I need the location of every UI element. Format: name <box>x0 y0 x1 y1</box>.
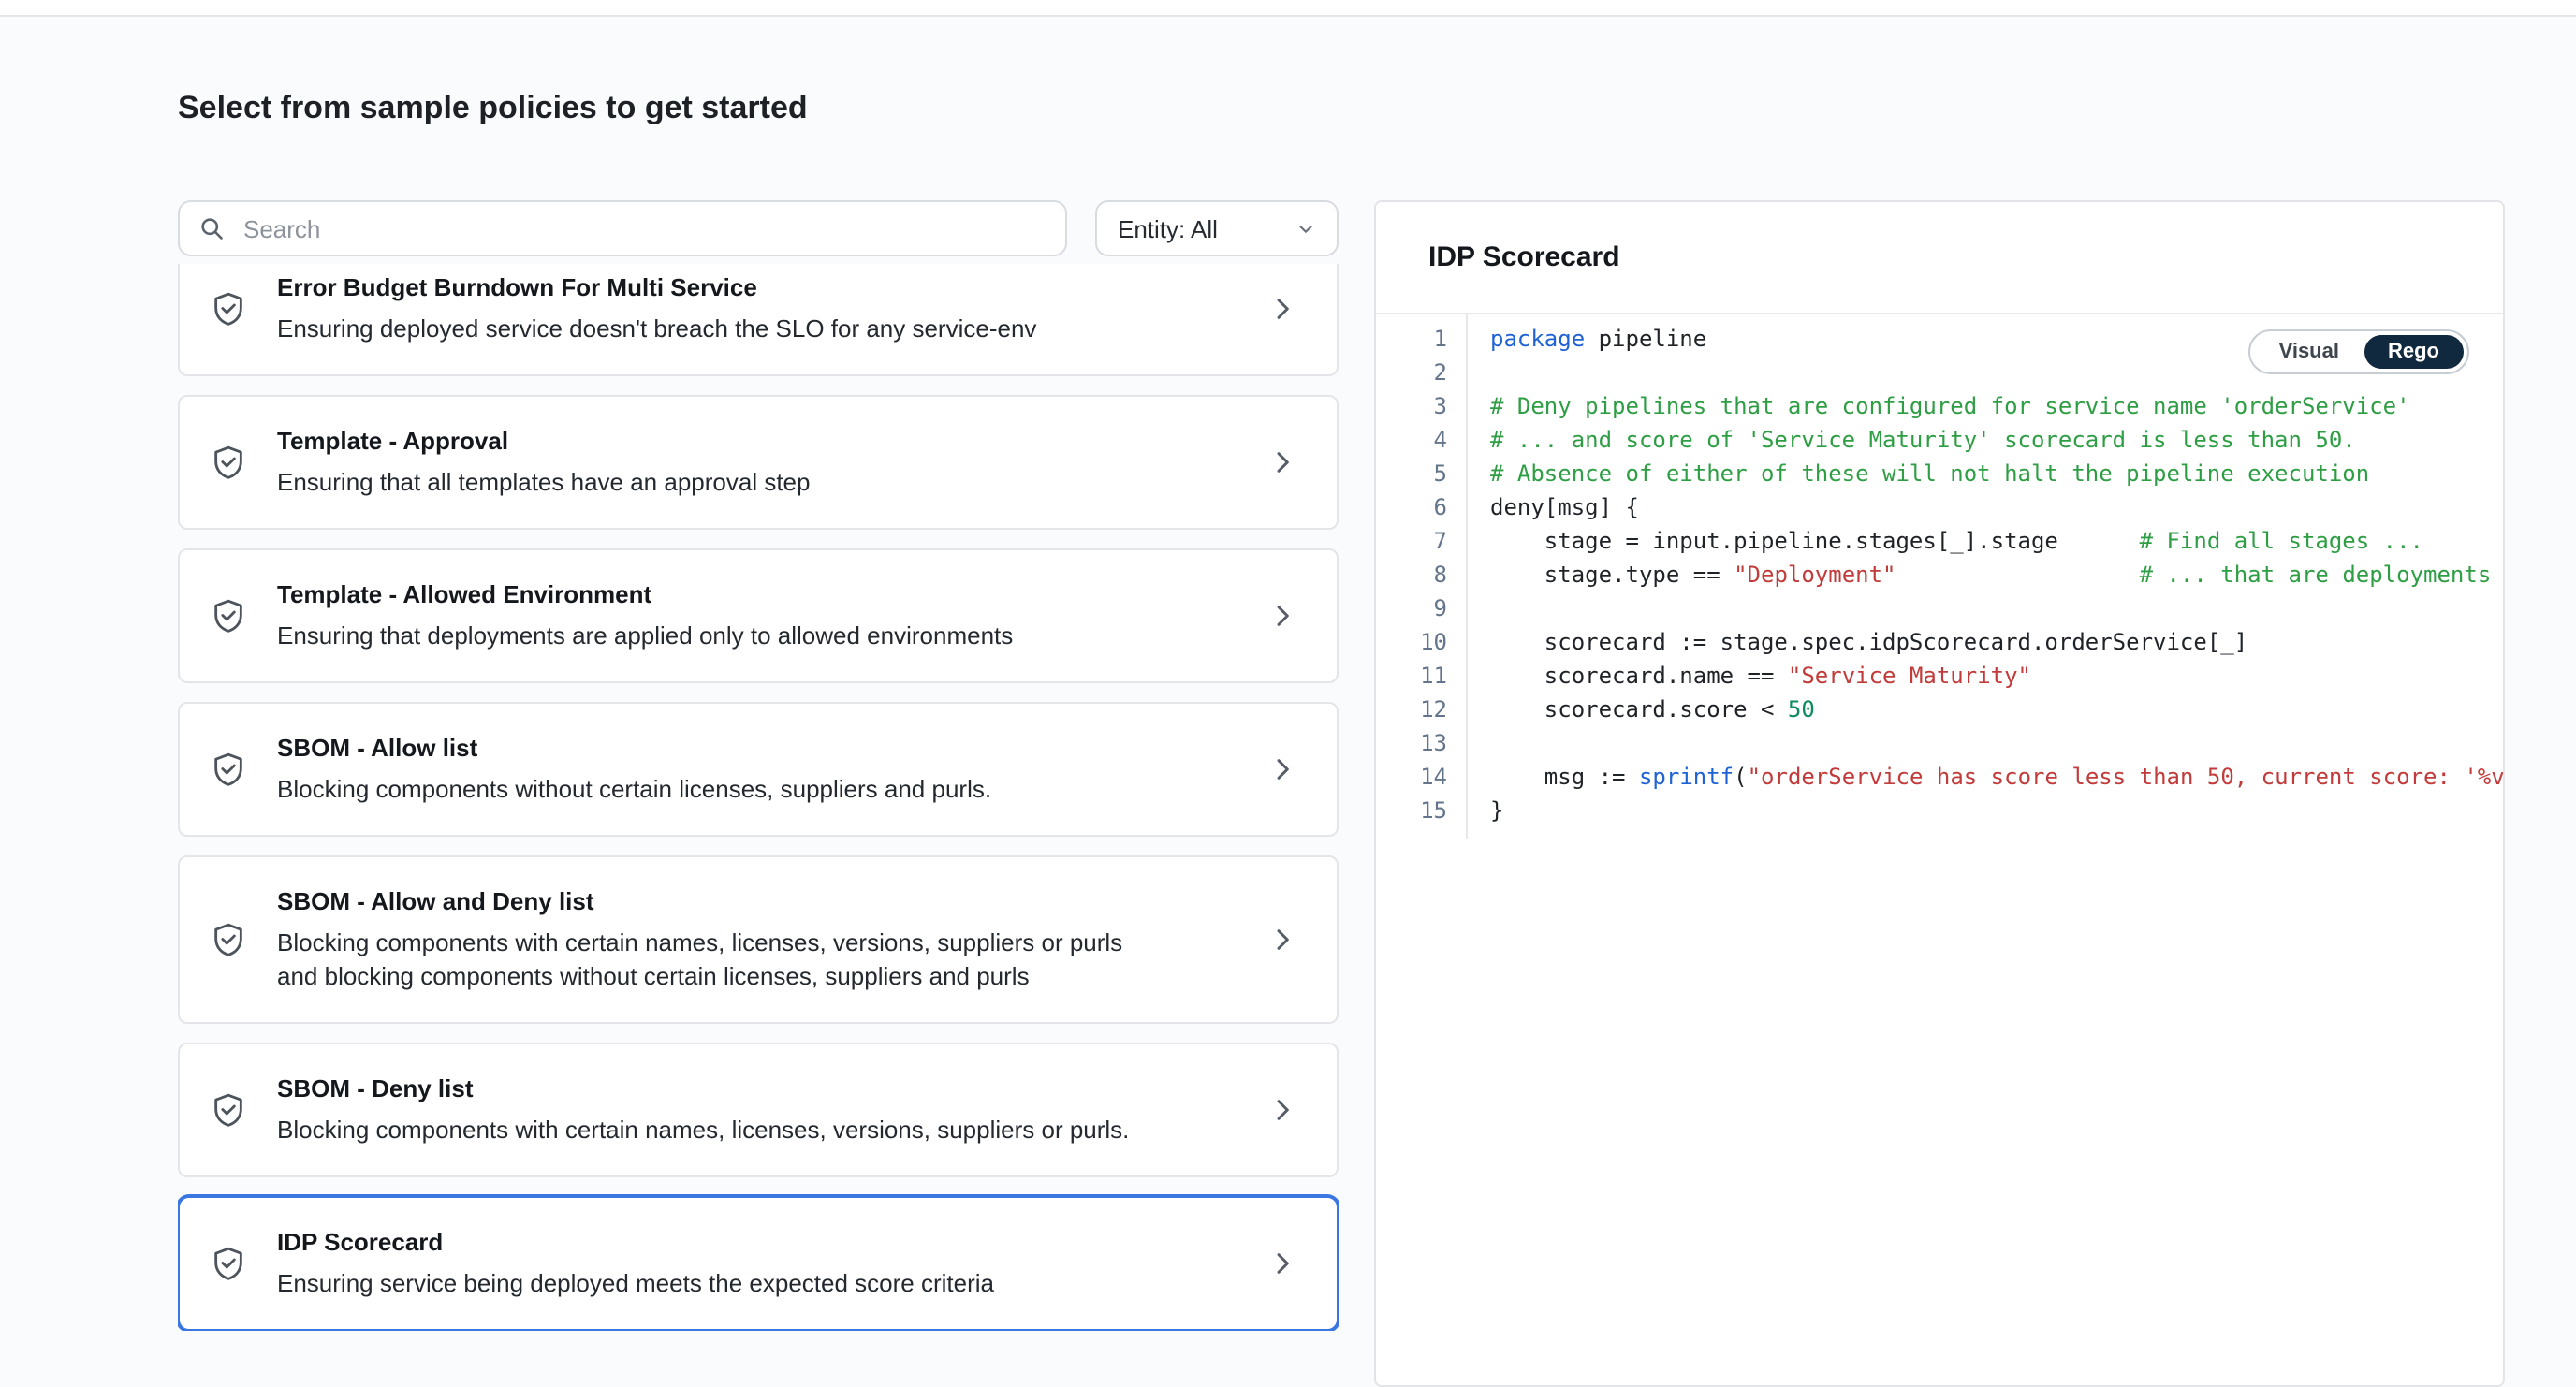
code-line: stage = input.pipeline.stages[_].stage #… <box>1490 524 2503 558</box>
toggle-option-rego[interactable]: Rego <box>2364 335 2464 369</box>
policy-card-title: Template - Approval <box>277 425 1267 459</box>
policy-card[interactable]: SBOM - Deny list Blocking components wit… <box>178 1043 1339 1177</box>
policy-card-title: SBOM - Allow list <box>277 732 1267 766</box>
line-number: 13 <box>1376 726 1447 760</box>
policy-card-description: Blocking components with certain names, … <box>277 927 1148 994</box>
search-input[interactable] <box>240 212 1046 244</box>
line-number: 7 <box>1376 524 1447 558</box>
policy-list-column: Entity: All Error Budget Burndown For Mu… <box>178 200 1339 1331</box>
policy-card[interactable]: Template - Allowed Environment Ensuring … <box>178 548 1339 683</box>
policy-card-description: Blocking components without certain lice… <box>277 773 1148 807</box>
code-line: } <box>1490 794 2503 827</box>
search-icon <box>198 215 225 241</box>
chevron-right-icon <box>1267 601 1297 631</box>
entity-filter-label: Entity: All <box>1118 214 1218 242</box>
policy-list: Error Budget Burndown For Multi Service … <box>178 264 1339 1331</box>
code-block: package pipeline# Deny pipelines that ar… <box>1468 314 2503 839</box>
chevron-right-icon <box>1267 1248 1297 1278</box>
policy-card-title: IDP Scorecard <box>277 1226 1267 1260</box>
visual-rego-toggle: VisualRego <box>2249 329 2469 374</box>
code-line: scorecard.name == "Service Maturity" <box>1490 659 2503 693</box>
code-line <box>1490 591 2503 625</box>
code-line: stage.type == "Deployment" # ... that ar… <box>1490 558 2503 591</box>
line-number: 4 <box>1376 423 1447 457</box>
policy-card-description: Ensuring deployed service doesn't breach… <box>277 313 1148 346</box>
shield-check-icon <box>210 597 247 635</box>
policy-card-text: SBOM - Deny list Blocking components wit… <box>277 1073 1267 1147</box>
policy-card-description: Ensuring service being deployed meets th… <box>277 1267 1148 1301</box>
page-heading: Select from sample policies to get start… <box>178 90 2576 127</box>
shield-check-icon <box>210 921 247 958</box>
line-number: 5 <box>1376 457 1447 490</box>
policy-card-text: SBOM - Allow list Blocking components wi… <box>277 732 1267 807</box>
code-line <box>1490 726 2503 760</box>
policy-card-text: Template - Approval Ensuring that all te… <box>277 425 1267 500</box>
code-line: msg := sprintf("orderService has score l… <box>1490 760 2503 794</box>
preview-panel-header: IDP Scorecard <box>1376 202 2503 314</box>
line-number: 9 <box>1376 591 1447 625</box>
shield-check-icon <box>210 1245 247 1282</box>
policy-card-text: SBOM - Allow and Deny list Blocking comp… <box>277 885 1267 994</box>
policy-card[interactable]: SBOM - Allow and Deny list Blocking comp… <box>178 855 1339 1024</box>
code-gutter: 123456789101112131415 <box>1376 314 1468 839</box>
policy-card-title: Error Budget Burndown For Multi Service <box>277 271 1267 305</box>
entity-filter-dropdown[interactable]: Entity: All <box>1095 200 1339 256</box>
shield-check-icon <box>210 290 247 328</box>
shield-check-icon <box>210 1091 247 1129</box>
chevron-right-icon <box>1267 1095 1297 1125</box>
shield-check-icon <box>210 444 247 481</box>
policy-card-description: Ensuring that all templates have an appr… <box>277 466 1148 500</box>
code-line: # Deny pipelines that are configured for… <box>1490 389 2503 423</box>
policy-card[interactable]: Error Budget Burndown For Multi Service … <box>178 264 1339 376</box>
code-line: # ... and score of 'Service Maturity' sc… <box>1490 423 2503 457</box>
top-border-strip <box>0 0 2576 17</box>
search-box[interactable] <box>178 200 1067 256</box>
chevron-right-icon <box>1267 294 1297 324</box>
line-number: 1 <box>1376 322 1447 356</box>
line-number: 2 <box>1376 356 1447 389</box>
policy-card-text: Error Budget Burndown For Multi Service … <box>277 271 1267 346</box>
policy-card-description: Ensuring that deployments are applied on… <box>277 620 1148 653</box>
policy-preview-panel: IDP Scorecard VisualRego 123456789101112… <box>1374 200 2505 1387</box>
line-number: 15 <box>1376 794 1447 827</box>
code-line: deny[msg] { <box>1490 490 2503 524</box>
policy-card-title: SBOM - Allow and Deny list <box>277 885 1267 919</box>
code-line: scorecard.score < 50 <box>1490 693 2503 726</box>
policy-card[interactable]: IDP Scorecard Ensuring service being dep… <box>178 1196 1339 1331</box>
line-number: 8 <box>1376 558 1447 591</box>
line-number: 6 <box>1376 490 1447 524</box>
code-editor: VisualRego 123456789101112131415 package… <box>1376 314 2503 839</box>
policy-card-text: IDP Scorecard Ensuring service being dep… <box>277 1226 1267 1301</box>
line-number: 14 <box>1376 760 1447 794</box>
line-number: 10 <box>1376 625 1447 659</box>
chevron-down-icon <box>1295 218 1316 239</box>
policy-card-description: Blocking components with certain names, … <box>277 1114 1148 1147</box>
line-number: 3 <box>1376 389 1447 423</box>
preview-title: IDP Scorecard <box>1428 241 1620 273</box>
line-number: 11 <box>1376 659 1447 693</box>
code-line: scorecard := stage.spec.idpScorecard.ord… <box>1490 625 2503 659</box>
policy-card-title: Template - Allowed Environment <box>277 578 1267 612</box>
policy-card[interactable]: SBOM - Allow list Blocking components wi… <box>178 702 1339 837</box>
sample-policies-page: Select from sample policies to get start… <box>0 90 2576 1387</box>
shield-check-icon <box>210 751 247 788</box>
toggle-option-visual[interactable]: Visual <box>2255 335 2364 369</box>
policy-card-text: Template - Allowed Environment Ensuring … <box>277 578 1267 653</box>
chevron-right-icon <box>1267 925 1297 955</box>
screen: Select from sample policies to get start… <box>0 0 2576 1385</box>
chevron-right-icon <box>1267 754 1297 784</box>
line-number: 12 <box>1376 693 1447 726</box>
code-line: # Absence of either of these will not ha… <box>1490 457 2503 490</box>
chevron-right-icon <box>1267 447 1297 477</box>
policy-card-title: SBOM - Deny list <box>277 1073 1267 1106</box>
policy-card[interactable]: Template - Approval Ensuring that all te… <box>178 395 1339 530</box>
